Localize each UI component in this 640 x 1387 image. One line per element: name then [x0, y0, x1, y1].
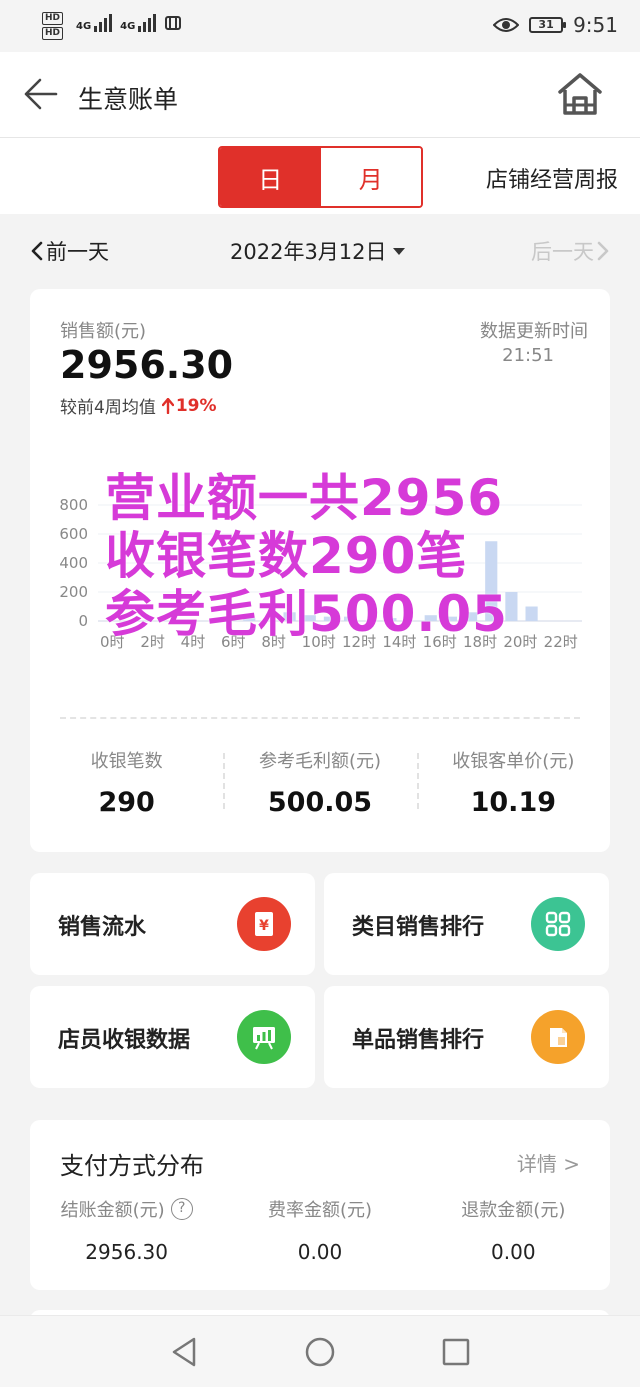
hd1-badge: HD — [42, 12, 64, 25]
payment-col-label: 退款金额(元) — [461, 1200, 566, 1221]
recents-square-icon[interactable] — [442, 1336, 470, 1368]
period-tabs-bar: 日 月 店铺经营周报 — [0, 138, 640, 214]
arrow-up-icon — [161, 397, 174, 414]
status-bar: HD HD 4G 4G 31 9:51 — [0, 0, 640, 52]
y-tick-label: 0 — [78, 612, 88, 630]
sales-label: 销售额(元) — [60, 321, 147, 342]
status-right: 31 9:51 — [493, 13, 618, 37]
prev-day-button[interactable]: 前一天 — [30, 236, 109, 266]
period-toggle: 日 月 — [218, 146, 423, 208]
yuan-glyph: ¥ — [259, 918, 269, 934]
prev-day-label: 前一天 — [46, 240, 109, 264]
payment-col-refund: 退款金额(元) 0.00 — [417, 1196, 610, 1264]
signal-group: 4G 4G — [76, 12, 182, 32]
signal-2: 4G — [120, 12, 157, 32]
category-rank-tile[interactable]: 类目销售排行 — [324, 873, 609, 975]
update-time-value: 21:51 — [502, 345, 554, 366]
stat-value: 10.19 — [470, 787, 557, 818]
stat-avg-ticket: 收银客单价(元) 10.19 — [416, 747, 610, 818]
net2-label: 4G — [120, 21, 136, 32]
update-time-label: 数据更新时间 — [480, 321, 588, 342]
tile-label: 销售流水 — [58, 915, 147, 940]
payment-distribution-card: 支付方式分布 详情 > 结账金额(元) ? 2956.30 费率金额(元) 0.… — [30, 1120, 610, 1290]
staff-data-tile[interactable]: 店员收银数据 — [30, 986, 315, 1088]
stat-transactions: 收银笔数 290 — [30, 747, 223, 818]
hd-indicators: HD HD — [42, 10, 64, 40]
compare-label: 较前4周均值 — [60, 398, 156, 418]
dashed-divider — [60, 717, 580, 719]
sales-flow-tile[interactable]: 销售流水 ¥ — [30, 873, 315, 975]
net1-label: 4G — [76, 21, 92, 32]
payment-col-value: 2956.30 — [85, 1240, 169, 1264]
overlay-line-3: 参考毛利500.05 — [105, 585, 508, 643]
page-title: 生意账单 — [78, 85, 179, 114]
payment-columns: 结账金额(元) ? 2956.30 费率金额(元) 0.00 退款金额(元) 0… — [30, 1196, 610, 1264]
eye-icon — [493, 18, 520, 32]
date-navigator: 前一天 2022年3月12日 后一天 — [0, 228, 640, 272]
y-tick-label: 600 — [59, 525, 88, 543]
clock: 9:51 — [573, 13, 618, 37]
payment-title: 支付方式分布 — [60, 1152, 204, 1180]
chevron-left-icon — [31, 241, 43, 261]
system-nav-bar — [0, 1315, 640, 1387]
tab-day[interactable]: 日 — [220, 148, 321, 206]
payment-col-label: 费率金额(元) — [267, 1200, 373, 1221]
tile-label: 类目销售排行 — [352, 915, 485, 940]
grid-icon — [531, 897, 585, 951]
date-picker[interactable]: 2022年3月12日 — [230, 236, 405, 266]
tab-month[interactable]: 月 — [320, 148, 421, 206]
overlay-line-2: 收银笔数290笔 — [105, 527, 468, 585]
stat-label: 收银客单价(元) — [452, 751, 575, 772]
sales-value: 2956.30 — [60, 343, 234, 387]
payment-col-label: 结账金额(元) — [60, 1200, 165, 1221]
help-icon[interactable]: ? — [170, 1198, 193, 1220]
stat-label: 收银笔数 — [90, 751, 163, 772]
back-arrow-icon[interactable] — [22, 76, 58, 112]
hd2-badge: HD — [42, 27, 64, 40]
stat-gross-profit: 参考毛利额(元) 500.05 — [223, 747, 416, 818]
compare-row: 较前4周均值 19% — [60, 393, 217, 419]
back-triangle-icon[interactable] — [170, 1336, 198, 1368]
battery-icon: 31 — [529, 17, 567, 33]
next-day-label: 后一天 — [531, 240, 594, 264]
overlay-annotation: 营业额一共2956 收银笔数290笔 参考毛利500.05 — [105, 469, 565, 643]
y-tick-label: 200 — [59, 583, 88, 601]
stat-label: 参考毛利额(元) — [258, 751, 382, 772]
caret-down-icon — [392, 247, 405, 255]
receipt-icon: ¥ — [237, 897, 291, 951]
signal-bars-icon — [138, 12, 157, 32]
home-circle-icon[interactable] — [305, 1336, 335, 1368]
payment-col-fee: 费率金额(元) 0.00 — [223, 1196, 416, 1264]
weekly-report-link[interactable]: 店铺经营周报 — [486, 162, 618, 194]
stat-value: 290 — [98, 787, 155, 818]
signal-bars-icon — [94, 12, 113, 32]
payment-col-checkout: 结账金额(元) ? 2956.30 — [30, 1196, 223, 1264]
notification-icon — [165, 16, 182, 30]
nav-bar: 生意账单 — [0, 52, 640, 138]
presentation-icon — [237, 1010, 291, 1064]
overlay-line-1: 营业额一共2956 — [105, 469, 504, 527]
payment-details-link[interactable]: 详情 > — [517, 1148, 580, 1177]
item-rank-tile[interactable]: 单品销售排行 — [324, 986, 609, 1088]
stat-value: 500.05 — [267, 787, 373, 818]
payment-col-value: 0.00 — [491, 1240, 536, 1264]
tile-label: 店员收银数据 — [58, 1028, 191, 1053]
sales-summary-card: 销售额(元) 2956.30 较前4周均值 19% 数据更新时间 21:51 8… — [30, 289, 610, 852]
y-tick-label: 400 — [59, 554, 88, 572]
compare-pct: 19% — [161, 395, 217, 416]
package-icon — [531, 1010, 585, 1064]
chevron-right-icon — [597, 241, 609, 261]
current-date: 2022年3月12日 — [230, 240, 387, 264]
y-tick-label: 800 — [59, 496, 88, 514]
signal-1: 4G — [76, 12, 113, 32]
home-icon[interactable] — [556, 70, 604, 118]
payment-col-value: 0.00 — [297, 1240, 343, 1264]
tile-label: 单品销售排行 — [352, 1028, 485, 1053]
compare-pct-value: 19% — [175, 395, 217, 416]
stats-row: 收银笔数 290 参考毛利额(元) 500.05 收银客单价(元) 10.19 — [30, 747, 610, 818]
next-day-button[interactable]: 后一天 — [531, 236, 610, 266]
